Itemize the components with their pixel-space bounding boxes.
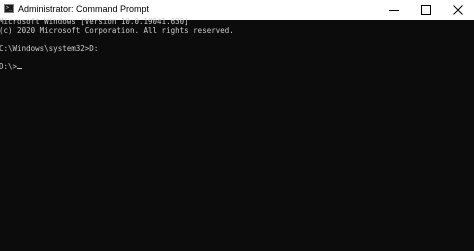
maximize-button[interactable] [410, 0, 442, 20]
window-title: Administrator: Command Prompt [18, 4, 150, 14]
minimize-button[interactable] [378, 0, 410, 20]
close-icon [453, 5, 463, 15]
text-cursor [17, 68, 23, 69]
minimize-icon [389, 10, 399, 11]
window-controls [378, 0, 474, 20]
command-prompt-icon[interactable]: >_ [4, 4, 14, 13]
console-line: C:\Windows\system32>D: [0, 44, 99, 53]
console-output[interactable]: Microsoft Windows [Version 10.0.19041.63… [0, 17, 474, 251]
close-button[interactable] [442, 0, 474, 20]
console-line: Microsoft Windows [Version 10.0.19041.63… [0, 17, 189, 26]
maximize-icon [421, 5, 431, 15]
console-prompt: D:\> [0, 62, 18, 71]
command-prompt-window: >_ Administrator: Command Prompt Microso… [0, 0, 474, 251]
console-prompt-line[interactable]: D:\> [0, 62, 23, 71]
console-line: (c) 2020 Microsoft Corporation. All righ… [0, 26, 234, 35]
